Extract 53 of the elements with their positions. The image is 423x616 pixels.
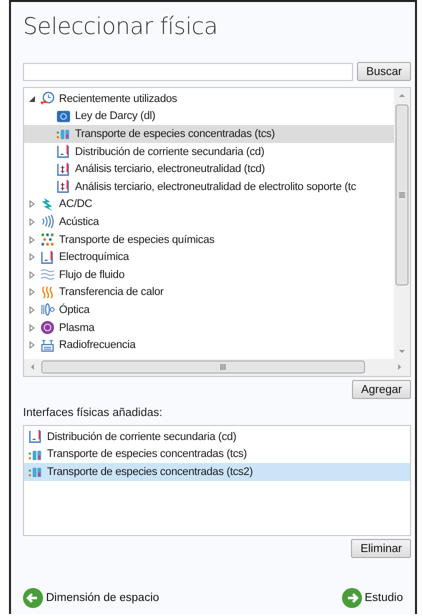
expand-arrow-icon[interactable]	[28, 341, 36, 350]
expand-arrow-icon[interactable]	[28, 306, 36, 314]
tree-item[interactable]: Ley de Darcy (dl)	[24, 108, 394, 126]
expand-arrow-icon[interactable]	[28, 270, 36, 279]
tree-item[interactable]: Transporte de especies concentradas (tcs)	[24, 446, 410, 464]
beaker-arrows-icon	[56, 179, 71, 194]
expand-arrow-icon[interactable]	[28, 200, 36, 208]
tree-item[interactable]: Flujo de fluido	[24, 266, 394, 284]
tree-item[interactable]: Transporte de especies concentradas (tcs)	[24, 125, 394, 143]
search-button[interactable]: Buscar	[357, 62, 411, 81]
beaker-icon	[40, 250, 55, 265]
tree-item[interactable]: Transporte de especies químicas	[24, 230, 394, 248]
flow-lines-icon	[40, 267, 55, 282]
expand-arrow-icon[interactable]	[28, 288, 36, 296]
expand-arrow-icon[interactable]	[28, 218, 36, 226]
tree-item[interactable]: Óptica	[24, 301, 394, 319]
expand-arrow-icon[interactable]	[28, 324, 36, 332]
tree-item[interactable]: Distribución de corriente secundaria (cd)	[24, 428, 410, 446]
beaker-icon	[28, 429, 43, 444]
tree-item[interactable]: Radiofrecuencia	[24, 336, 394, 354]
clock-icon	[40, 91, 55, 106]
vertical-scrollbar[interactable]	[394, 88, 410, 359]
back-button[interactable]: Dimensión de espacio	[23, 588, 160, 608]
search-field[interactable]	[23, 62, 354, 80]
tree-item[interactable]: Electroquímica	[24, 248, 394, 266]
sound-waves-icon	[40, 214, 55, 230]
tree-item[interactable]: Análisis terciario, electroneutralidad (tcd)	[24, 160, 394, 178]
tree-item[interactable]: Transferencia de calor	[24, 284, 394, 302]
tree-item[interactable]: Recientemente utilizados	[24, 90, 394, 108]
lightning-icon	[40, 196, 55, 212]
tree-item[interactable]: AC/DC	[24, 196, 394, 214]
window-title: Seleccionar física	[23, 14, 219, 40]
tree-item[interactable]: Plasma	[24, 318, 394, 336]
porous-block-icon	[56, 108, 71, 124]
next-button[interactable]: Estudio	[342, 588, 403, 608]
expand-arrow-icon[interactable]	[28, 236, 36, 244]
tree-item[interactable]: Distribución de corriente secundaria (cd)	[24, 142, 394, 160]
antenna-icon	[40, 338, 55, 353]
collapse-arrow-icon[interactable]	[28, 94, 36, 103]
add-button[interactable]: Agregar	[352, 380, 411, 399]
remove-button[interactable]: Eliminar	[351, 539, 411, 558]
heat-waves-icon	[40, 284, 55, 300]
tree-item[interactable]: Transporte de especies concentradas (tcs2)	[24, 463, 410, 481]
plasma-icon	[40, 320, 55, 336]
tree-item[interactable]: Acústica	[24, 213, 394, 231]
section-label: Interfaces físicas añadidas:	[23, 407, 164, 419]
beaker-arrows-icon	[56, 162, 71, 177]
beaker-icon	[56, 144, 71, 160]
dots-icon	[40, 232, 55, 248]
horizontal-scrollbar[interactable]	[24, 359, 410, 376]
tree-item[interactable]: Análisis terciario, electroneutralidad de electrolito soporte (tc	[24, 178, 394, 196]
expand-arrow-icon[interactable]	[28, 253, 36, 262]
lens-icon	[40, 302, 55, 318]
